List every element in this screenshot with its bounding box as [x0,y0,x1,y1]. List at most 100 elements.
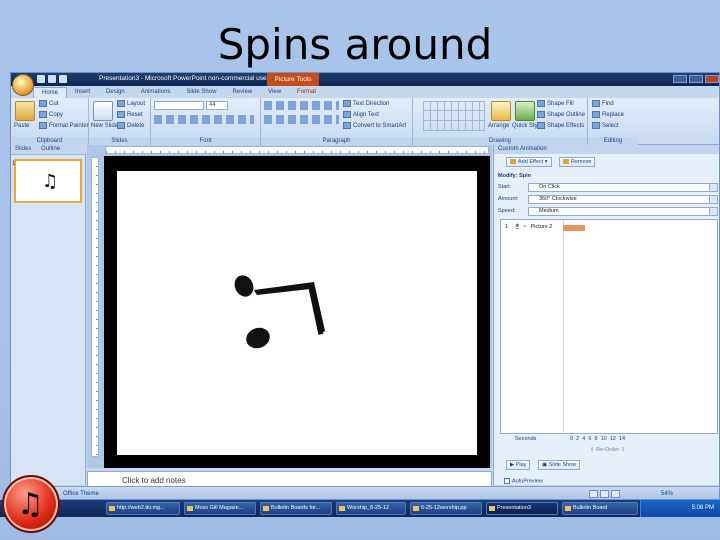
format-painter-button[interactable]: Format Painter [39,122,89,129]
paste-button[interactable]: Paste [14,123,29,129]
animation-timing-bar[interactable] [563,225,585,231]
find-button[interactable]: Find [592,100,614,107]
replace-label: Replace [602,112,625,119]
speed-value: Medium [539,208,559,214]
shape-fill-button[interactable]: Shape Fill [537,100,574,107]
tab-animations[interactable]: Animations [133,87,179,98]
close-button[interactable] [705,75,719,83]
undo-icon[interactable] [48,75,56,83]
tab-slide-show[interactable]: Slide Show [178,87,224,98]
delete-button[interactable]: Delete [117,122,144,129]
remove-button[interactable]: Remove [559,157,596,167]
text-direction-button[interactable]: Text Direction [343,100,389,107]
font-size-select[interactable]: 44 [206,101,228,110]
reorder-control[interactable]: ⇧ Re-Order ⇩ [590,447,625,453]
music-note-icon: ♫ [17,487,44,522]
mouse-icon: 🖱 [515,224,519,230]
tab-home[interactable]: Home [33,87,68,98]
alignment-buttons[interactable] [264,115,339,124]
save-icon[interactable] [37,75,45,83]
taskbar-item[interactable]: Bulletin Boards for... [260,502,332,515]
music-note-picture[interactable] [117,171,477,455]
arrange-icon[interactable] [491,101,511,121]
convert-smartart-button[interactable]: Convert to SmartArt [343,122,406,129]
replace-button[interactable]: Replace [592,111,624,118]
arrange-button[interactable]: Arrange [488,123,509,129]
seconds-timeline[interactable]: Seconds 0 2 4 6 8 10 12 14 [500,435,718,444]
title-bar: Presentation3 - Microsoft PowerPoint non… [11,73,719,86]
minimize-button[interactable] [673,75,687,83]
shape-outline-button[interactable]: Shape Outline [537,111,585,118]
speed-select[interactable]: Medium [528,207,718,216]
slide-thumbnail[interactable]: 1 ♫ [12,159,82,203]
normal-view-button[interactable] [589,490,598,498]
select-button[interactable]: Select [592,122,619,129]
maximize-button[interactable] [689,75,703,83]
slide-sorter-view-button[interactable] [600,490,609,498]
horizontal-ruler [105,146,489,154]
tab-review[interactable]: Review [224,87,260,98]
copy-button[interactable]: Copy [39,111,63,118]
scissors-icon [39,100,47,107]
tab-design[interactable]: Design [98,87,133,98]
align-text-button[interactable]: Align Text [343,111,379,118]
clock: 5:08 PM [691,505,714,511]
animation-item[interactable]: 1 🖱 ✶ Picture 2 [505,224,715,233]
tab-outline[interactable]: Outline [41,146,60,152]
new-slide-button[interactable]: New Slide [91,123,118,129]
notes-pane[interactable]: Click to add notes [87,471,492,487]
slide-thumbnail-pane: Slides Outline 1 ♫ [11,145,86,485]
cut-button[interactable]: Cut [39,100,58,107]
office-button[interactable] [12,74,34,96]
layout-icon [117,100,125,107]
slide-frame [104,156,490,468]
timeline-divider [563,220,564,435]
shape-effects-button[interactable]: Shape Effects [537,122,584,129]
shapes-gallery[interactable] [423,101,485,131]
tab-format[interactable]: Format [289,87,324,98]
quick-styles-icon[interactable] [515,101,535,121]
font-name-select[interactable] [154,101,204,110]
tab-slides[interactable]: Slides [15,146,31,152]
slide-show-label: Slide Show [548,462,577,468]
slide-show-button[interactable]: ▣ Slide Show [538,460,581,470]
layout-label: Layout [127,101,146,108]
zoom-level[interactable]: 54% [661,491,673,497]
status-theme: Office Theme [63,491,99,497]
new-slide-icon[interactable] [93,101,113,121]
font-group: 44 Font [151,98,261,145]
taskbar-item[interactable]: 6-25-12worship.pp [410,502,482,515]
taskbar-item[interactable]: http://web2.tki.mg... [106,502,180,515]
slide-show-view-button[interactable] [611,490,620,498]
slide-canvas[interactable] [117,171,477,455]
list-buttons[interactable] [264,101,339,110]
taskbar-item[interactable]: Bulletin Board [562,502,638,515]
add-effect-button[interactable]: Add Effect ▾ [506,157,552,167]
amount-value: 360° Clockwise [539,196,577,202]
autopreview-checkbox[interactable]: AutoPreview [504,478,543,484]
redo-icon[interactable] [59,75,67,83]
tab-view[interactable]: View [260,87,289,98]
taskbar-item[interactable]: Worship_6-25-12 [336,502,406,515]
animation-list: 1 🖱 ✶ Picture 2 [500,219,718,435]
paste-icon[interactable] [15,101,35,121]
up-arrow-icon: ⇧ [590,447,595,453]
play-button[interactable]: ▶ Play [506,460,531,470]
tab-insert[interactable]: Insert [67,87,98,98]
music-logo-button[interactable]: ♫ [2,475,60,533]
animation-item-number: 1 [505,224,509,230]
taskbar-item-active[interactable]: Presentation3 [486,502,558,515]
paint-bucket-icon [537,100,545,107]
layout-button[interactable]: Layout [117,100,145,107]
autopreview-label: AutoPreview [512,478,543,485]
align-text-icon [343,111,351,118]
slide-number: 1 [12,161,16,167]
amount-select[interactable]: 360° Clockwise [528,195,718,204]
custom-animation-pane: Custom Animation Add Effect ▾ Remove Mod… [493,145,719,485]
font-group-label: Font [151,137,260,145]
start-select[interactable]: On Click [528,183,718,192]
font-format-buttons[interactable] [154,115,254,124]
reset-button[interactable]: Reset [117,111,143,118]
taskbar-item[interactable]: Moss Gill Magaze... [184,502,256,515]
slide-editing-area [87,145,492,468]
